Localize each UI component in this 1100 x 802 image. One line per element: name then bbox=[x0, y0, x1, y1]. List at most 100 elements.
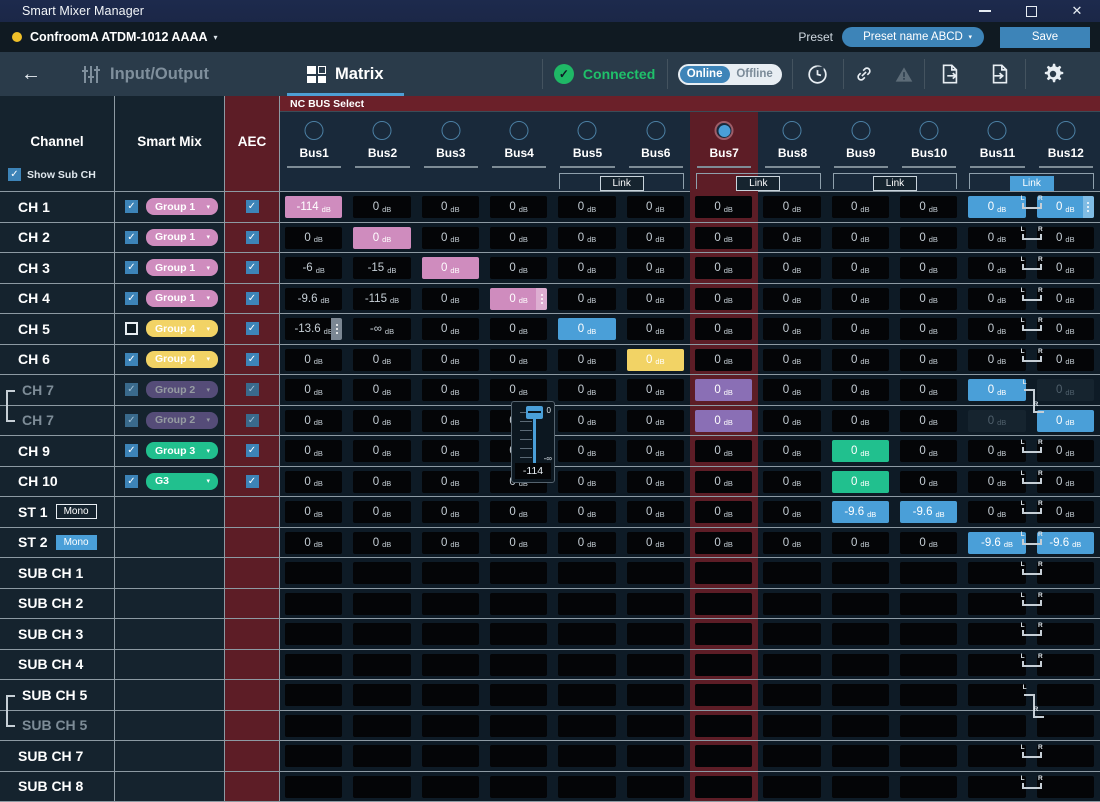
matrix-gain-cell[interactable]: 0dB bbox=[1036, 287, 1094, 310]
nc-bus-radio[interactable] bbox=[441, 121, 461, 140]
matrix-gain-cell[interactable]: 0dB bbox=[695, 318, 753, 340]
matrix-gain-cell[interactable]: 0dB bbox=[558, 348, 616, 371]
matrix-gain-cell[interactable]: -15 dB bbox=[353, 257, 411, 279]
matrix-gain-cell[interactable]: 0dB bbox=[353, 409, 411, 432]
matrix-gain-cell[interactable] bbox=[968, 653, 1026, 676]
matrix-gain-cell[interactable]: 0dB bbox=[353, 226, 411, 249]
nc-bus-radio[interactable] bbox=[987, 121, 1007, 140]
matrix-gain-cell[interactable] bbox=[626, 745, 684, 767]
matrix-gain-cell[interactable]: 0dB bbox=[968, 226, 1026, 249]
smart-mix-group-select[interactable]: Group 4 ▾ bbox=[146, 320, 218, 338]
matrix-gain-cell[interactable]: 0dB bbox=[763, 531, 821, 554]
bus-label[interactable]: Bus1 bbox=[299, 146, 328, 160]
matrix-gain-cell[interactable]: 0dB bbox=[626, 379, 684, 401]
matrix-gain-cell[interactable]: 0dB bbox=[763, 196, 821, 218]
matrix-gain-cell[interactable]: 0dB bbox=[1036, 257, 1094, 279]
matrix-gain-cell[interactable] bbox=[490, 562, 548, 584]
smart-mix-checkbox[interactable]: ✓ bbox=[125, 383, 138, 397]
matrix-gain-cell[interactable]: 0dB bbox=[900, 348, 958, 371]
matrix-gain-cell[interactable] bbox=[285, 592, 343, 615]
matrix-gain-cell[interactable] bbox=[1036, 623, 1094, 645]
matrix-gain-cell[interactable]: -9.6 dB bbox=[285, 287, 343, 310]
matrix-gain-cell[interactable]: 0dB bbox=[831, 287, 889, 310]
settings-button[interactable] bbox=[1026, 52, 1080, 96]
bus-label[interactable]: Bus4 bbox=[504, 146, 533, 160]
matrix-gain-cell[interactable]: 0dB bbox=[831, 348, 889, 371]
matrix-gain-cell[interactable] bbox=[968, 623, 1026, 645]
matrix-gain-cell[interactable] bbox=[763, 562, 821, 584]
bus-link-button[interactable]: Link bbox=[872, 176, 917, 191]
show-sub-ch-toggle[interactable]: ✓ Show Sub CH bbox=[8, 168, 96, 181]
smart-mix-group-select[interactable]: Group 1 ▾ bbox=[146, 228, 218, 246]
matrix-gain-cell[interactable]: 0dB bbox=[968, 348, 1026, 371]
matrix-gain-cell[interactable]: 0dB bbox=[558, 257, 616, 279]
matrix-gain-cell[interactable] bbox=[490, 745, 548, 767]
matrix-gain-cell[interactable] bbox=[353, 562, 411, 584]
matrix-gain-cell[interactable]: -9.6 dB bbox=[831, 501, 889, 523]
matrix-gain-cell[interactable]: 0dB bbox=[695, 470, 753, 493]
matrix-gain-cell[interactable] bbox=[558, 562, 616, 584]
bus-label[interactable]: Bus7 bbox=[709, 146, 738, 160]
matrix-gain-cell[interactable] bbox=[1036, 592, 1094, 615]
aec-checkbox[interactable]: ✓ bbox=[245, 444, 259, 458]
matrix-gain-cell[interactable]: 0dB bbox=[353, 531, 411, 554]
matrix-gain-cell[interactable]: 0dB bbox=[831, 226, 889, 249]
matrix-gain-cell[interactable] bbox=[900, 775, 958, 798]
matrix-gain-cell[interactable]: 0dB bbox=[1036, 348, 1094, 371]
matrix-gain-cell[interactable] bbox=[900, 684, 958, 706]
matrix-gain-cell[interactable]: -9.6 dB bbox=[1036, 531, 1094, 554]
matrix-gain-cell[interactable]: 0dB bbox=[626, 501, 684, 523]
matrix-gain-cell[interactable] bbox=[285, 745, 343, 767]
matrix-gain-cell[interactable]: 0dB bbox=[558, 379, 616, 401]
smart-mix-checkbox[interactable]: ✓ bbox=[125, 200, 138, 214]
smart-mix-checkbox[interactable]: ✓ bbox=[125, 291, 138, 305]
matrix-gain-cell[interactable] bbox=[968, 684, 1026, 706]
matrix-gain-cell[interactable]: -9.6 dB bbox=[968, 531, 1026, 554]
aec-checkbox[interactable]: ✓ bbox=[245, 413, 259, 427]
matrix-gain-cell[interactable]: 0dB bbox=[763, 440, 821, 462]
matrix-gain-cell[interactable]: 0dB bbox=[900, 409, 958, 432]
matrix-gain-cell[interactable]: 0dB bbox=[763, 226, 821, 249]
matrix-gain-cell[interactable] bbox=[900, 653, 958, 676]
matrix-gain-cell[interactable] bbox=[558, 775, 616, 798]
matrix-gain-cell[interactable]: 0dB bbox=[490, 287, 548, 310]
matrix-gain-cell[interactable]: 0dB bbox=[421, 409, 479, 432]
matrix-gain-cell[interactable]: 0dB bbox=[421, 287, 479, 310]
cell-menu-icon[interactable] bbox=[1082, 196, 1094, 218]
matrix-gain-cell[interactable] bbox=[1036, 562, 1094, 584]
matrix-gain-cell[interactable]: 0dB bbox=[490, 379, 548, 401]
bus-label[interactable]: Bus11 bbox=[980, 146, 1015, 160]
matrix-gain-cell[interactable] bbox=[763, 653, 821, 676]
matrix-gain-cell[interactable] bbox=[900, 745, 958, 767]
smart-mix-checkbox[interactable]: ✓ bbox=[125, 230, 138, 244]
matrix-gain-cell[interactable]: 0dB bbox=[763, 379, 821, 401]
matrix-gain-cell[interactable]: 0dB bbox=[490, 257, 548, 279]
bus-link-button[interactable]: Link bbox=[736, 176, 781, 191]
matrix-gain-cell[interactable] bbox=[1036, 653, 1094, 676]
matrix-gain-cell[interactable] bbox=[763, 592, 821, 615]
matrix-gain-cell[interactable] bbox=[490, 623, 548, 645]
mode-offline-segment[interactable]: Offline bbox=[730, 66, 780, 83]
mono-badge[interactable]: Mono bbox=[55, 534, 97, 550]
matrix-gain-cell[interactable]: 0dB bbox=[421, 379, 479, 401]
nc-bus-radio[interactable] bbox=[509, 121, 529, 140]
matrix-gain-cell[interactable]: 0dB bbox=[626, 409, 684, 432]
smart-mix-group-select[interactable]: G3 ▾ bbox=[146, 472, 218, 490]
bus-label[interactable]: Bus2 bbox=[368, 146, 397, 160]
matrix-gain-cell[interactable]: 0dB bbox=[558, 531, 616, 554]
matrix-gain-cell[interactable] bbox=[421, 592, 479, 615]
matrix-gain-cell[interactable]: 0dB bbox=[763, 257, 821, 279]
matrix-gain-cell[interactable]: 0dB bbox=[763, 501, 821, 523]
matrix-gain-cell[interactable]: 0dB bbox=[353, 379, 411, 401]
matrix-gain-cell[interactable]: 0dB bbox=[763, 318, 821, 340]
matrix-gain-cell[interactable] bbox=[1036, 745, 1094, 767]
preset-select[interactable]: Preset name ABCD ▾ bbox=[842, 27, 984, 47]
matrix-gain-cell[interactable] bbox=[831, 623, 889, 645]
matrix-gain-cell[interactable] bbox=[831, 714, 889, 737]
matrix-gain-cell[interactable]: 0dB bbox=[558, 470, 616, 493]
matrix-gain-cell[interactable]: 0dB bbox=[490, 501, 548, 523]
slider-value[interactable]: -114 bbox=[514, 463, 551, 479]
matrix-gain-cell[interactable] bbox=[421, 562, 479, 584]
matrix-gain-cell[interactable] bbox=[353, 714, 411, 737]
smart-mix-group-select[interactable]: Group 2 ▾ bbox=[146, 411, 218, 429]
